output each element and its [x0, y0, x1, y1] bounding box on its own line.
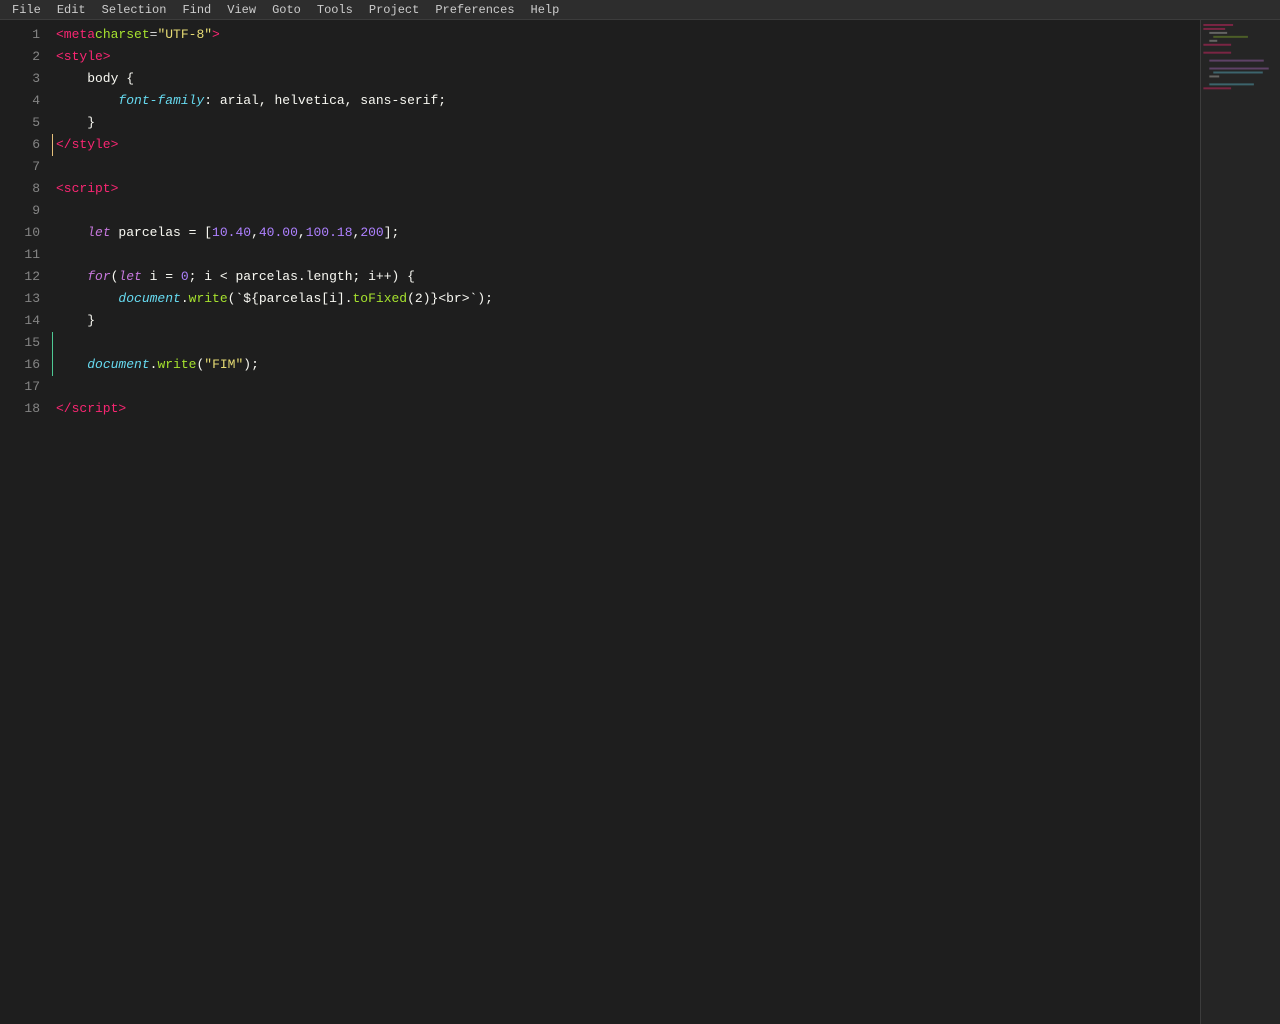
menu-selection[interactable]: Selection: [94, 2, 175, 18]
code-line-10: let parcelas = [10.40,40.00,100.18,200];: [52, 222, 1200, 244]
line-number: 12: [20, 266, 40, 288]
code-line-12: for(let i = 0; i < parcelas.length; i++)…: [52, 266, 1200, 288]
line-number: 17: [20, 376, 40, 398]
code-line-5: }: [52, 112, 1200, 134]
line-number: 4: [20, 90, 40, 112]
menubar: File Edit Selection Find View Goto Tools…: [0, 0, 1280, 20]
line-number: 7: [20, 156, 40, 178]
menu-find[interactable]: Find: [174, 2, 219, 18]
code-line-8: <script>: [52, 178, 1200, 200]
menu-edit[interactable]: Edit: [49, 2, 94, 18]
code-line-3: body {: [52, 68, 1200, 90]
line-number: 1: [20, 24, 40, 46]
line-number: 13: [20, 288, 40, 310]
line-number: 11: [20, 244, 40, 266]
line-number: 15: [20, 332, 40, 354]
code-line-11: [52, 244, 1200, 266]
code-line-15: [52, 332, 1200, 354]
menu-help[interactable]: Help: [523, 2, 568, 18]
line-number: 10: [20, 222, 40, 244]
code-content[interactable]: <meta charset="UTF-8"> <style> body { fo…: [52, 20, 1200, 1024]
menu-tools[interactable]: Tools: [309, 2, 361, 18]
line-number: 16: [20, 354, 40, 376]
line-number: 14: [20, 310, 40, 332]
code-line-4: font-family: arial, helvetica, sans-seri…: [52, 90, 1200, 112]
menu-view[interactable]: View: [219, 2, 264, 18]
code-line-9: [52, 200, 1200, 222]
line-number: 6: [20, 134, 40, 156]
line-number: 5: [20, 112, 40, 134]
line-number: 2: [20, 46, 40, 68]
menu-file[interactable]: File: [4, 2, 49, 18]
code-line-13: document.write(`${parcelas[i].toFixed(2)…: [52, 288, 1200, 310]
code-line-7: [52, 156, 1200, 178]
line-numbers: 1 2 3 4 5 6 7 8 9 10 11 12 13 14 15 16 1…: [0, 20, 52, 1024]
menu-goto[interactable]: Goto: [264, 2, 309, 18]
editor: 1 2 3 4 5 6 7 8 9 10 11 12 13 14 15 16 1…: [0, 20, 1280, 1024]
line-number: 3: [20, 68, 40, 90]
line-number: 9: [20, 200, 40, 222]
code-line-1: <meta charset="UTF-8">: [52, 24, 1200, 46]
line-number: 18: [20, 398, 40, 420]
minimap: [1200, 20, 1280, 1024]
code-line-16: document.write("FIM");: [52, 354, 1200, 376]
code-line-14: }: [52, 310, 1200, 332]
menu-preferences[interactable]: Preferences: [427, 2, 522, 18]
line-number: 8: [20, 178, 40, 200]
code-line-6: </style>: [52, 134, 1200, 156]
menu-project[interactable]: Project: [361, 2, 427, 18]
code-line-18: </script>: [52, 398, 1200, 420]
code-line-17: [52, 376, 1200, 398]
code-line-2: <style>: [52, 46, 1200, 68]
